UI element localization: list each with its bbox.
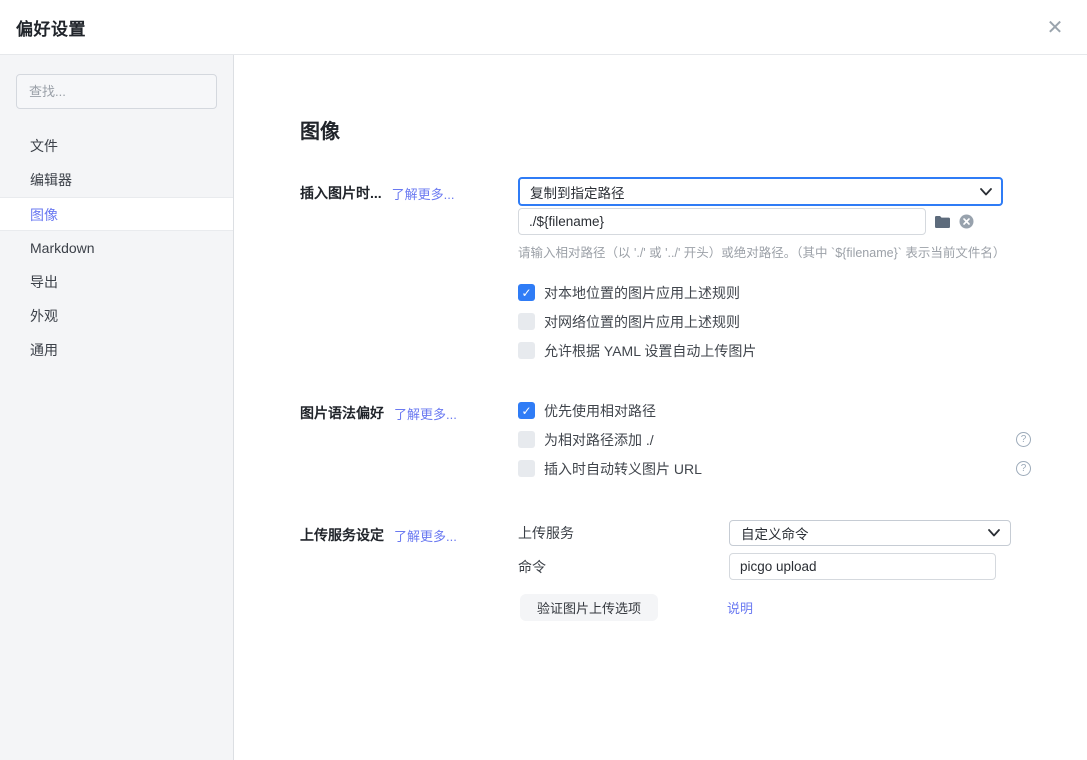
page-title: 图像 xyxy=(300,115,1087,144)
path-help-text: 请输入相对路径（以 './' 或 '../' 开头）或绝对路径。（其中 `${f… xyxy=(518,242,1031,261)
question-icon[interactable]: ? xyxy=(1016,432,1031,447)
preferences-dialog: 偏好设置 ✕ 文件 编辑器 图像 Markdown 导出 外观 通用 图像 xyxy=(0,0,1087,760)
copy-path-input[interactable] xyxy=(518,208,926,235)
upload-service-row: 上传服务 自定义命令 xyxy=(518,520,1031,546)
insert-action-select-value: 复制到指定路径 xyxy=(530,182,625,202)
checkbox-row-relative-path: ✓ 优先使用相对路径 xyxy=(518,402,1031,419)
section-image-syntax: 图片语法偏好 了解更多... ✓ 优先使用相对路径 为相对路径添加 ./ ? xyxy=(300,402,1087,477)
main-panel: 图像 插入图片时... 了解更多... 复制到指定路径 xyxy=(234,55,1087,760)
insert-image-label: 插入图片时... xyxy=(300,183,382,203)
checkbox-local-rule[interactable]: ✓ xyxy=(518,284,535,301)
section-upload-service: 上传服务设定 了解更多... 上传服务 自定义命令 xyxy=(300,520,1087,621)
sidebar-item-export[interactable]: 导出 xyxy=(0,265,233,299)
checkbox-row-escape-url: 插入时自动转义图片 URL ? xyxy=(518,460,1031,477)
upload-doc-link[interactable]: 说明 xyxy=(727,598,753,617)
sidebar: 文件 编辑器 图像 Markdown 导出 外观 通用 xyxy=(0,55,234,760)
checkbox-prefer-relative-path[interactable]: ✓ xyxy=(518,402,535,419)
sidebar-item-image[interactable]: 图像 xyxy=(0,197,233,231)
search-input[interactable] xyxy=(16,74,217,109)
checkbox-yaml-upload[interactable] xyxy=(518,342,535,359)
checkbox-network-rule[interactable] xyxy=(518,313,535,330)
checkbox-row-local-rule: ✓ 对本地位置的图片应用上述规则 xyxy=(518,284,1031,301)
checkbox-label: 优先使用相对路径 xyxy=(544,401,656,421)
checkbox-add-dot-slash[interactable] xyxy=(518,431,535,448)
syntax-learn-more-link[interactable]: 了解更多... xyxy=(394,404,457,423)
command-row: 命令 xyxy=(518,553,1031,580)
upload-service-label: 上传服务 xyxy=(518,523,729,543)
upload-service-select[interactable]: 自定义命令 xyxy=(729,520,1011,546)
sidebar-item-appearance[interactable]: 外观 xyxy=(0,299,233,333)
checkbox-row-yaml-upload: 允许根据 YAML 设置自动上传图片 xyxy=(518,342,1031,359)
folder-icon[interactable] xyxy=(934,215,951,229)
checkbox-label: 为相对路径添加 ./ xyxy=(544,430,654,450)
command-input[interactable] xyxy=(729,553,996,580)
insert-action-select[interactable]: 复制到指定路径 xyxy=(518,177,1003,206)
image-syntax-label: 图片语法偏好 xyxy=(300,403,384,423)
sidebar-nav: 文件 编辑器 图像 Markdown 导出 外观 通用 xyxy=(0,129,233,367)
checkbox-label: 插入时自动转义图片 URL xyxy=(544,459,702,479)
checkmark-icon: ✓ xyxy=(521,287,531,299)
checkbox-label: 对网络位置的图片应用上述规则 xyxy=(544,312,740,332)
checkbox-escape-url[interactable] xyxy=(518,460,535,477)
section-insert-image: 插入图片时... 了解更多... 复制到指定路径 xyxy=(300,177,1087,359)
validate-upload-button[interactable]: 验证图片上传选项 xyxy=(520,594,658,621)
chevron-down-icon xyxy=(988,529,1000,537)
upload-service-section-label: 上传服务设定 xyxy=(300,525,384,545)
checkbox-label: 对本地位置的图片应用上述规则 xyxy=(544,283,740,303)
upload-service-select-value: 自定义命令 xyxy=(741,523,809,543)
dialog-header: 偏好设置 ✕ xyxy=(0,0,1087,55)
question-icon[interactable]: ? xyxy=(1016,461,1031,476)
sidebar-item-general[interactable]: 通用 xyxy=(0,333,233,367)
checkmark-icon: ✓ xyxy=(521,405,531,417)
clear-circle-icon[interactable] xyxy=(959,214,974,229)
sidebar-item-file[interactable]: 文件 xyxy=(0,129,233,163)
checkbox-label: 允许根据 YAML 设置自动上传图片 xyxy=(544,341,756,361)
close-icon[interactable]: ✕ xyxy=(1041,13,1069,41)
sidebar-item-editor[interactable]: 编辑器 xyxy=(0,163,233,197)
checkbox-row-add-dot-slash: 为相对路径添加 ./ ? xyxy=(518,431,1031,448)
checkbox-row-network-rule: 对网络位置的图片应用上述规则 xyxy=(518,313,1031,330)
validate-row: 验证图片上传选项 说明 xyxy=(518,594,1031,621)
dialog-title: 偏好设置 xyxy=(16,15,86,40)
insert-learn-more-link[interactable]: 了解更多... xyxy=(392,184,455,203)
sidebar-item-markdown[interactable]: Markdown xyxy=(0,231,233,265)
command-label: 命令 xyxy=(518,557,729,577)
chevron-down-icon xyxy=(980,188,992,196)
upload-learn-more-link[interactable]: 了解更多... xyxy=(394,526,457,545)
